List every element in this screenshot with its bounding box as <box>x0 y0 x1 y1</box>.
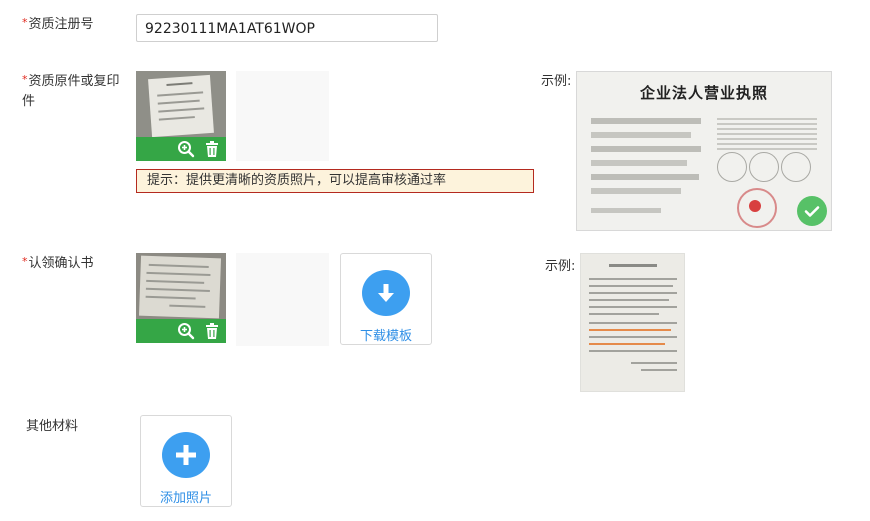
example-label: 示例: <box>545 259 576 274</box>
required-mark: * <box>22 255 28 268</box>
download-icon <box>362 270 410 316</box>
business-license-example: 企业法人营业执照 <box>576 71 832 231</box>
add-photo-button[interactable]: 添加照片 <box>140 415 232 507</box>
document-image <box>138 255 222 319</box>
upload-placeholder <box>236 253 329 346</box>
upload-placeholder <box>236 71 329 161</box>
thumbnail-action-bar <box>136 319 226 343</box>
check-icon <box>797 196 827 226</box>
confirm-photo-thumbnail[interactable] <box>136 253 226 343</box>
required-mark: * <box>22 73 28 86</box>
download-template-button[interactable]: 下载模板 <box>340 253 432 345</box>
example-label: 示例: <box>541 74 572 89</box>
license-title: 企业法人营业执照 <box>639 84 768 102</box>
confirmation-letter-example <box>580 253 685 392</box>
original-label: *资质原件或复印件 <box>22 72 122 112</box>
reg-no-input[interactable]: 92230111MA1AT61WOP <box>136 14 438 42</box>
reg-no-label: *资质注册号 <box>22 15 94 35</box>
required-mark: * <box>22 16 28 29</box>
document-image <box>148 74 214 138</box>
zoom-in-icon[interactable] <box>176 139 196 159</box>
confirm-label-text: 认领确认书 <box>28 256 94 271</box>
thumbnail-action-bar <box>136 137 226 161</box>
download-template-label: 下载模板 <box>359 329 412 344</box>
zoom-in-icon[interactable] <box>176 321 196 341</box>
trash-icon[interactable] <box>202 321 222 341</box>
hint-box: 提示：提供更清晰的资质照片，可以提高审核通过率 <box>136 169 534 193</box>
add-photo-label: 添加照片 <box>159 491 212 506</box>
original-photo-thumbnail[interactable] <box>136 71 226 161</box>
trash-icon[interactable] <box>202 139 222 159</box>
original-label-text: 资质原件或复印件 <box>22 74 120 109</box>
other-label: 其他材料 <box>26 419 79 434</box>
reg-no-label-text: 资质注册号 <box>28 17 94 32</box>
plus-icon <box>162 432 210 478</box>
confirm-label: *认领确认书 <box>22 254 94 274</box>
